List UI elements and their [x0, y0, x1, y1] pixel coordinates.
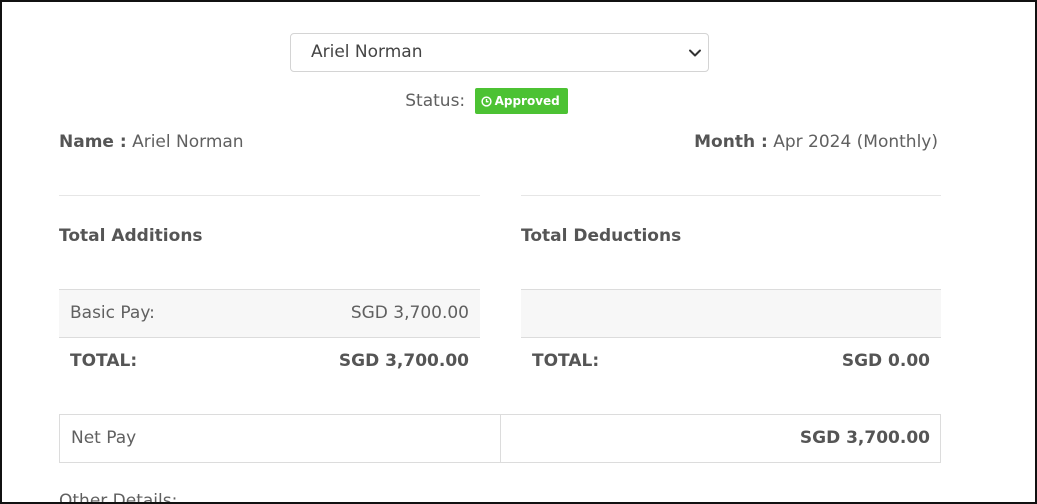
status-row: Status: Approved [2, 88, 1035, 114]
status-badge-text: Approved [494, 94, 560, 108]
additions-title: Total Additions [59, 226, 203, 246]
month-label: Month : [694, 132, 768, 152]
net-pay-value: SGD 3,700.00 [799, 428, 930, 448]
month-row: Month : Apr 2024 (Monthly) [694, 129, 938, 155]
status-badge: Approved [474, 88, 568, 114]
chevron-down-icon [689, 49, 701, 57]
payslip-panel: Ariel Norman Status: Approved Name : Ari… [0, 0, 1037, 504]
employee-select-value: Ariel Norman [311, 42, 423, 62]
other-details-label: Other Details: [59, 491, 178, 504]
table-row [521, 290, 941, 338]
net-pay-label: Net Pay [71, 428, 137, 448]
status-label: Status: [405, 91, 466, 111]
divider [500, 415, 501, 462]
row-value: SGD 3,700.00 [350, 303, 469, 323]
row-label: Basic Pay: [70, 303, 155, 323]
additions-table: Basic Pay: SGD 3,700.00 TOTAL: SGD 3,700… [59, 289, 480, 386]
total-value: SGD 3,700.00 [338, 351, 469, 371]
total-value: SGD 0.00 [841, 351, 930, 371]
employee-name-row: Name : Ariel Norman [59, 129, 244, 155]
employee-name: Ariel Norman [132, 132, 244, 152]
net-pay-row: Net Pay SGD 3,700.00 [59, 414, 941, 463]
month-value: Apr 2024 (Monthly) [773, 132, 938, 152]
divider [59, 195, 480, 196]
deductions-total-row: TOTAL: SGD 0.00 [521, 338, 941, 386]
employee-select[interactable]: Ariel Norman [290, 33, 709, 72]
table-row: Basic Pay: SGD 3,700.00 [59, 290, 480, 338]
total-label: TOTAL: [532, 351, 600, 371]
deductions-table: TOTAL: SGD 0.00 [521, 289, 941, 386]
clock-icon [480, 96, 492, 107]
divider [521, 195, 941, 196]
deductions-title: Total Deductions [521, 226, 682, 246]
total-label: TOTAL: [70, 351, 138, 371]
name-label: Name : [59, 132, 127, 152]
additions-total-row: TOTAL: SGD 3,700.00 [59, 338, 480, 386]
